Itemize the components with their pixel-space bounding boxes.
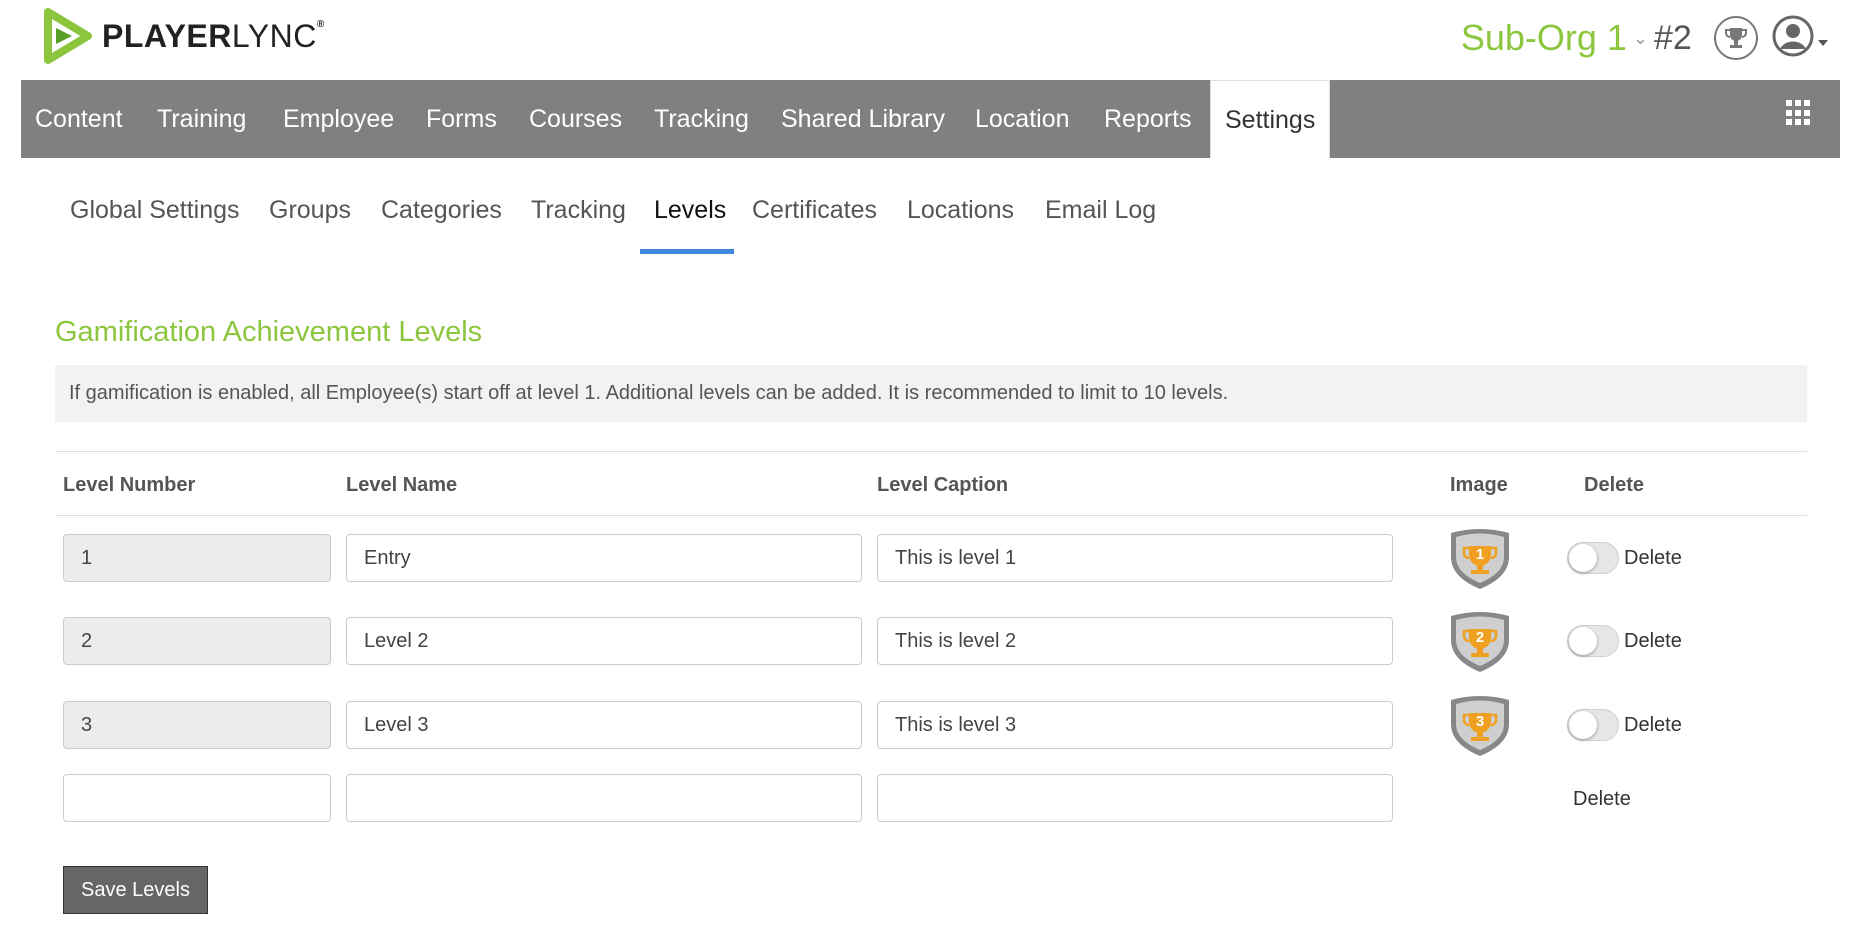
apps-grid-icon[interactable] [1786, 100, 1812, 126]
tab-certificates[interactable]: Certificates [752, 196, 877, 225]
tab-categories[interactable]: Categories [381, 196, 502, 225]
level-number-field [63, 701, 331, 749]
delete-toggle[interactable] [1567, 625, 1619, 657]
level-badge-icon[interactable]: 2 [1447, 610, 1513, 674]
tab-global-settings[interactable]: Global Settings [70, 196, 240, 225]
badge-number: 2 [1476, 629, 1484, 646]
nav-item-tracking[interactable]: Tracking [654, 80, 749, 158]
delete-label: Delete [1624, 714, 1682, 736]
header-level-number: Level Number [63, 474, 196, 496]
nav-item-location[interactable]: Location [975, 80, 1070, 158]
playerlync-logo[interactable]: PLAYERLYNC® [42, 8, 325, 64]
tab-tracking[interactable]: Tracking [531, 196, 626, 225]
level-badge-icon[interactable]: 3 [1447, 694, 1513, 758]
org-switcher[interactable]: Sub-Org 1 ⌄ [1461, 17, 1648, 59]
delete-toggle[interactable] [1567, 542, 1619, 574]
header-delete: Delete [1584, 474, 1645, 496]
divider [55, 451, 1807, 452]
top-header: PLAYERLYNC® Sub-Org 1 ⌄ #2 [0, 0, 1856, 80]
delete-label: Delete [1624, 630, 1682, 652]
level-name-input[interactable] [346, 617, 862, 665]
nav-item-training[interactable]: Training [157, 80, 246, 158]
tab-levels[interactable]: Levels [654, 196, 726, 225]
nav-item-reports[interactable]: Reports [1104, 80, 1192, 158]
tab-email-log[interactable]: Email Log [1045, 196, 1156, 225]
delete-toggle[interactable] [1567, 709, 1619, 741]
new-level-caption-input[interactable] [877, 774, 1393, 822]
level-caption-input[interactable] [877, 617, 1393, 665]
level-number-field [63, 617, 331, 665]
logo-mark-icon [44, 8, 92, 64]
delete-label: Delete [1624, 547, 1682, 569]
main-nav: Content Training Employee Forms Courses … [21, 80, 1840, 158]
level-caption-input[interactable] [877, 534, 1393, 582]
level-caption-input[interactable] [877, 701, 1393, 749]
section-title: Gamification Achievement Levels [55, 316, 483, 348]
tab-groups[interactable]: Groups [269, 196, 351, 225]
nav-item-settings[interactable]: Settings [1210, 80, 1331, 158]
nav-item-forms[interactable]: Forms [426, 80, 497, 158]
level-name-input[interactable] [346, 701, 862, 749]
user-avatar-icon [1772, 15, 1814, 57]
new-level-number-input[interactable] [63, 774, 331, 822]
active-tab-indicator [640, 249, 734, 254]
new-level-name-input[interactable] [346, 774, 862, 822]
header-level-caption: Level Caption [877, 474, 1009, 496]
nav-item-content[interactable]: Content [35, 80, 123, 158]
header-image: Image [1450, 474, 1508, 496]
nav-item-courses[interactable]: Courses [529, 80, 622, 158]
level-number-field [63, 534, 331, 582]
nav-item-employee[interactable]: Employee [283, 80, 394, 158]
logo-wordmark: PLAYERLYNC® [102, 18, 325, 54]
rank-indicator: #2 [1654, 19, 1692, 57]
badge-number: 3 [1476, 713, 1484, 730]
badge-number: 1 [1476, 546, 1484, 563]
header-level-name: Level Name [346, 474, 458, 496]
info-text: If gamification is enabled, all Employee… [69, 382, 1229, 404]
trophy-icon [1725, 28, 1747, 48]
chevron-down-icon: ⌄ [1632, 27, 1648, 48]
org-name: Sub-Org 1 [1460, 17, 1627, 58]
level-name-input[interactable] [346, 534, 862, 582]
trophy-button[interactable] [1714, 16, 1758, 60]
info-box: If gamification is enabled, all Employee… [55, 365, 1807, 422]
caret-down-icon[interactable] [1818, 40, 1828, 46]
user-menu-button[interactable] [1772, 15, 1814, 57]
nav-item-shared-library[interactable]: Shared Library [781, 80, 945, 158]
level-badge-icon[interactable]: 1 [1447, 527, 1513, 591]
save-levels-button[interactable]: Save Levels [63, 866, 208, 914]
tab-locations[interactable]: Locations [907, 196, 1014, 225]
divider [55, 515, 1807, 516]
delete-label: Delete [1573, 788, 1631, 810]
